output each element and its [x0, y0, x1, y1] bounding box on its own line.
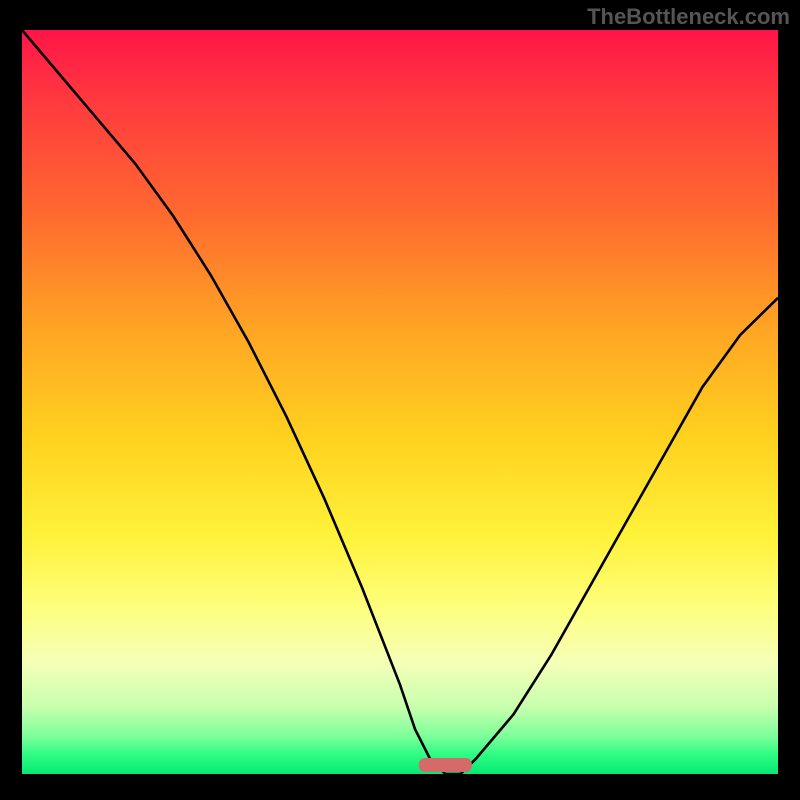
- watermark-text: TheBottleneck.com: [587, 4, 790, 30]
- plot-svg: [22, 30, 778, 774]
- plot-area: [22, 30, 778, 774]
- bottleneck-curve: [22, 30, 778, 774]
- chart-canvas: TheBottleneck.com: [0, 0, 800, 800]
- optimal-marker: [419, 758, 472, 772]
